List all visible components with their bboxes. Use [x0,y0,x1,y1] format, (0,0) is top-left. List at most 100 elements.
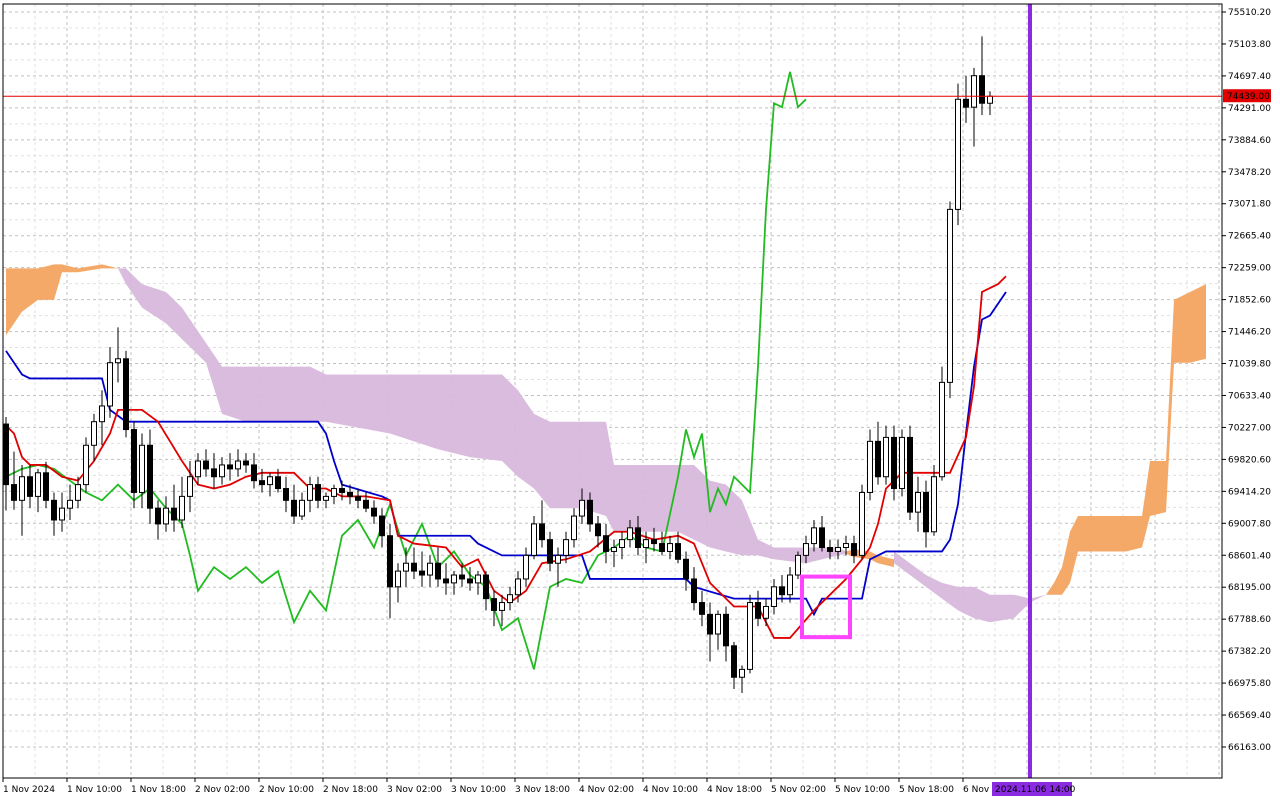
candle-body-down [11,484,17,501]
cursor-time-tag: 2024.11.06 14:00 [992,782,1076,796]
candle-body-down [907,436,913,513]
candle-body-down [979,75,985,104]
candle-body-down [435,562,441,580]
price-tick-label: 69414.20 [1228,487,1271,497]
candle-body-up [83,444,89,486]
price-tick-label: 74291.00 [1228,104,1271,114]
candle-body-down [227,464,233,470]
candle-body-down [51,499,57,521]
candle-body-down [731,645,737,678]
candle-body-down [891,436,897,490]
candle-body-up [299,499,305,517]
candle-body-up [835,547,841,552]
price-tick-label: 75103.80 [1228,40,1271,50]
time-tick-label: 3 Nov 10:00 [451,785,506,795]
candle-body-down [379,515,385,537]
candle-body-up [899,436,905,490]
candle-body-up [579,499,585,517]
candle-body-up [427,562,433,576]
candle-body-up [859,491,865,556]
candle-body-down [707,613,713,635]
candle-body-down [419,570,425,576]
candle-body-down [387,535,393,588]
time-tick-label: 5 Nov 10:00 [835,785,890,795]
time-tick-label: 4 Nov 10:00 [643,785,698,795]
candle-body-up [867,440,873,493]
candle-body-down [755,602,761,619]
candle-body-down [3,423,9,486]
candle-body-up [947,208,953,383]
candle-body-down [123,358,129,431]
candle-body-up [19,476,25,501]
time-tick-label: 5 Nov 18:00 [899,785,954,795]
candle-body-down [467,578,473,584]
candle-body-up [931,476,937,533]
candle-body-down [691,578,697,604]
candle-body-up [955,98,961,210]
candle-body-down [411,562,417,572]
candle-body-down [963,98,969,108]
chart-container[interactable]: 75510.20 75103.80 74697.40 74291.00 73884.60… [0,0,1280,800]
candle-body-down [147,444,153,509]
candle-body-up [35,472,41,497]
candle-body-down [211,468,217,478]
candle-body-down [443,578,449,584]
candle-body-up [939,381,945,478]
candle-body-down [371,507,377,517]
candle-body-up [195,460,201,478]
price-tick-label: 68601.40 [1228,551,1271,561]
price-tick-label: 71039.80 [1228,360,1271,370]
price-tick-label: 66569.40 [1228,711,1271,721]
candle-body-down [363,499,369,509]
candle-body-down [483,574,489,600]
candle-body-up [987,95,993,104]
candle [939,366,945,481]
candle-body-up [187,476,193,497]
candle-body-down [275,476,281,490]
candle-body-down [291,499,297,517]
price-tick-label: 73478.20 [1228,168,1271,178]
candle-body-up [971,75,977,108]
last-price-tag-label: 74439.00 [1227,92,1270,102]
candle-body-down [603,535,609,552]
candle-body-down [203,460,209,470]
price-tick-label: 67382.20 [1228,647,1271,657]
price-tick-label: 72665.40 [1228,232,1271,242]
candle-body-down [819,527,825,549]
candle-body-up [507,594,513,604]
candle-body-up [571,515,577,541]
candle-body-up [811,527,817,545]
price-tick-label: 69820.60 [1228,455,1271,465]
candle-body-down [171,507,177,521]
plot-background [0,0,1280,800]
candle-body-up [563,539,569,556]
candle-body-up [395,570,401,588]
candle-body-up [323,495,329,501]
price-tick-label: 70227.00 [1228,423,1271,433]
time-tick-label: 3 Nov 18:00 [515,785,570,795]
candle-body-down [779,586,785,596]
candle [747,594,753,674]
candle-body-up [179,495,185,521]
candle-body-down [851,543,857,556]
time-tick-label: 1 Nov 18:00 [131,785,186,795]
candle-body-up [643,539,649,549]
time-tick-label: 4 Nov 02:00 [579,785,634,795]
candle-body-up [803,543,809,556]
time-tick-label: 3 Nov 02:00 [387,785,442,795]
candle-body-down [315,484,321,501]
price-tick-label: 71446.20 [1228,328,1271,338]
candle-body-down [131,429,137,493]
candle-body-up [267,476,273,486]
candle-body-up [67,499,73,509]
candle-body-down [259,480,265,486]
candle-body-down [875,440,881,478]
candle-body-down [283,488,289,501]
candle-body-down [539,523,545,541]
candle-body-up [715,613,721,635]
candle-body-up [59,507,65,521]
candle [123,350,129,438]
last-price-tag: 74439.00 [1223,89,1271,103]
ichimoku-price-chart[interactable]: 75510.20 75103.80 74697.40 74291.00 73884.60… [0,0,1280,800]
candle-body-down [339,488,345,493]
